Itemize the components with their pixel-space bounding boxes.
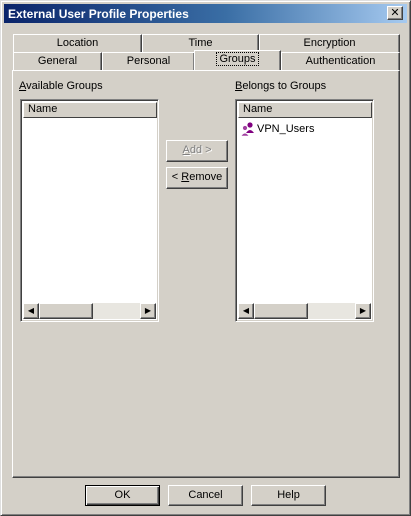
tab-general-label: General bbox=[37, 55, 78, 67]
tab-groups-label: Groups bbox=[216, 52, 259, 66]
available-groups-label: Available Groups bbox=[19, 80, 103, 92]
scroll-thumb[interactable] bbox=[254, 303, 308, 319]
available-list-header: Name bbox=[23, 102, 157, 118]
tab-time-label: Time bbox=[188, 37, 213, 49]
arrow-right-icon: ▶ bbox=[144, 306, 152, 315]
ok-button[interactable]: OK bbox=[85, 485, 160, 506]
available-name-column-header[interactable]: Name bbox=[23, 102, 157, 118]
add-button[interactable]: Add > bbox=[166, 140, 228, 162]
belongs-name-column-header[interactable]: Name bbox=[238, 102, 372, 118]
tab-personal-label: Personal bbox=[126, 55, 171, 67]
list-item[interactable]: VPN_Users bbox=[240, 120, 314, 138]
tab-encryption-label: Encryption bbox=[303, 37, 356, 49]
help-button[interactable]: Help bbox=[251, 485, 326, 506]
scroll-right-button[interactable]: ▶ bbox=[355, 303, 371, 319]
close-icon: ✕ bbox=[390, 6, 400, 19]
belongs-to-groups-label: Belongs to Groups bbox=[235, 80, 327, 92]
tab-groups[interactable]: Groups bbox=[194, 50, 281, 70]
belongs-to-groups-list[interactable]: Name VPN_Users ◀ ▶ bbox=[235, 99, 374, 322]
close-button[interactable]: ✕ bbox=[387, 6, 403, 20]
belongs-list-header: Name bbox=[238, 102, 372, 118]
arrow-left-icon: ◀ bbox=[27, 306, 35, 315]
scroll-left-button[interactable]: ◀ bbox=[238, 303, 254, 319]
properties-dialog: External User Profile Properties ✕ Locat… bbox=[0, 0, 411, 516]
available-groups-list[interactable]: Name ◀ ▶ bbox=[20, 99, 159, 322]
title-bar[interactable]: External User Profile Properties ✕ bbox=[4, 4, 407, 23]
scroll-right-button[interactable]: ▶ bbox=[140, 303, 156, 319]
arrow-right-icon: ▶ bbox=[359, 306, 367, 315]
tab-general[interactable]: General bbox=[13, 52, 102, 70]
tab-authentication-label: Authentication bbox=[305, 55, 376, 67]
user-group-icon bbox=[240, 122, 254, 137]
tab-personal[interactable]: Personal bbox=[102, 52, 195, 70]
window-title: External User Profile Properties bbox=[8, 7, 189, 21]
arrow-left-icon: ◀ bbox=[242, 306, 250, 315]
scroll-thumb[interactable] bbox=[39, 303, 93, 319]
remove-button[interactable]: < Remove bbox=[166, 167, 228, 189]
available-horizontal-scrollbar[interactable]: ◀ ▶ bbox=[23, 303, 156, 319]
cancel-button[interactable]: Cancel bbox=[168, 485, 243, 506]
tab-location[interactable]: Location bbox=[13, 34, 142, 52]
belongs-horizontal-scrollbar[interactable]: ◀ ▶ bbox=[238, 303, 371, 319]
tab-authentication[interactable]: Authentication bbox=[281, 52, 400, 70]
group-name: VPN_Users bbox=[257, 123, 315, 135]
groups-tab-panel: Available Groups Name ◀ ▶ Add > < Remove… bbox=[12, 70, 400, 478]
scroll-left-button[interactable]: ◀ bbox=[23, 303, 39, 319]
tab-location-label: Location bbox=[56, 37, 99, 49]
